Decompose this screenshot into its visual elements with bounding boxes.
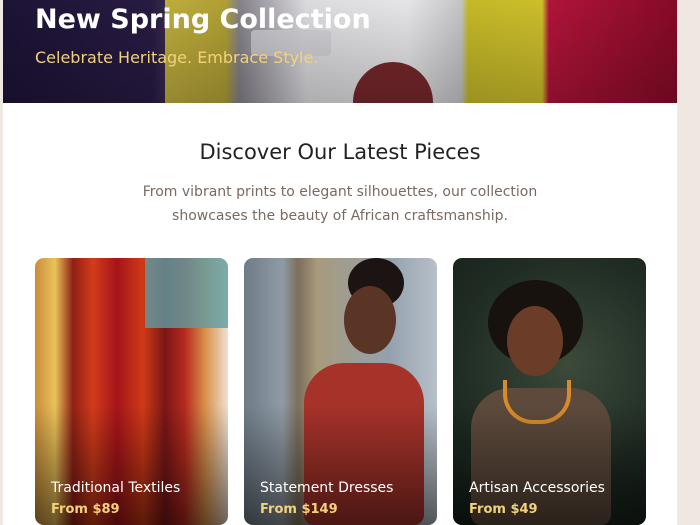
- accessories-model-image: [507, 306, 563, 376]
- hero-title: New Spring Collection: [35, 4, 371, 35]
- accessories-model-image: [488, 280, 583, 365]
- hero-subtitle: Celebrate Heritage. Embrace Style.: [35, 48, 319, 67]
- dress-model-image: [344, 286, 396, 354]
- section-description: From vibrant prints to elegant silhouett…: [142, 184, 538, 224]
- category-label: Artisan Accessories: [469, 480, 605, 496]
- category-card-textiles[interactable]: Traditional Textiles From $89: [35, 258, 228, 525]
- category-grid: Traditional Textiles From $89 Statement …: [35, 258, 646, 525]
- category-price: From $89: [51, 502, 120, 517]
- section-title: Discover Our Latest Pieces: [199, 140, 481, 164]
- category-price: From $49: [469, 502, 538, 517]
- dress-model-image: [348, 258, 404, 308]
- category-label: Traditional Textiles: [51, 480, 181, 496]
- category-card-accessories[interactable]: Artisan Accessories From $49: [453, 258, 646, 525]
- dress-model-image: [304, 363, 424, 525]
- page-card: New Spring Collection Celebrate Heritage…: [3, 0, 677, 525]
- textiles-image: [145, 258, 228, 328]
- category-label: Statement Dresses: [260, 480, 394, 496]
- hero-image-detail: [353, 62, 433, 103]
- hero-banner[interactable]: New Spring Collection Celebrate Heritage…: [3, 0, 677, 103]
- category-card-dresses[interactable]: Statement Dresses From $149: [244, 258, 437, 525]
- necklace-image: [503, 380, 571, 424]
- category-price: From $149: [260, 502, 338, 517]
